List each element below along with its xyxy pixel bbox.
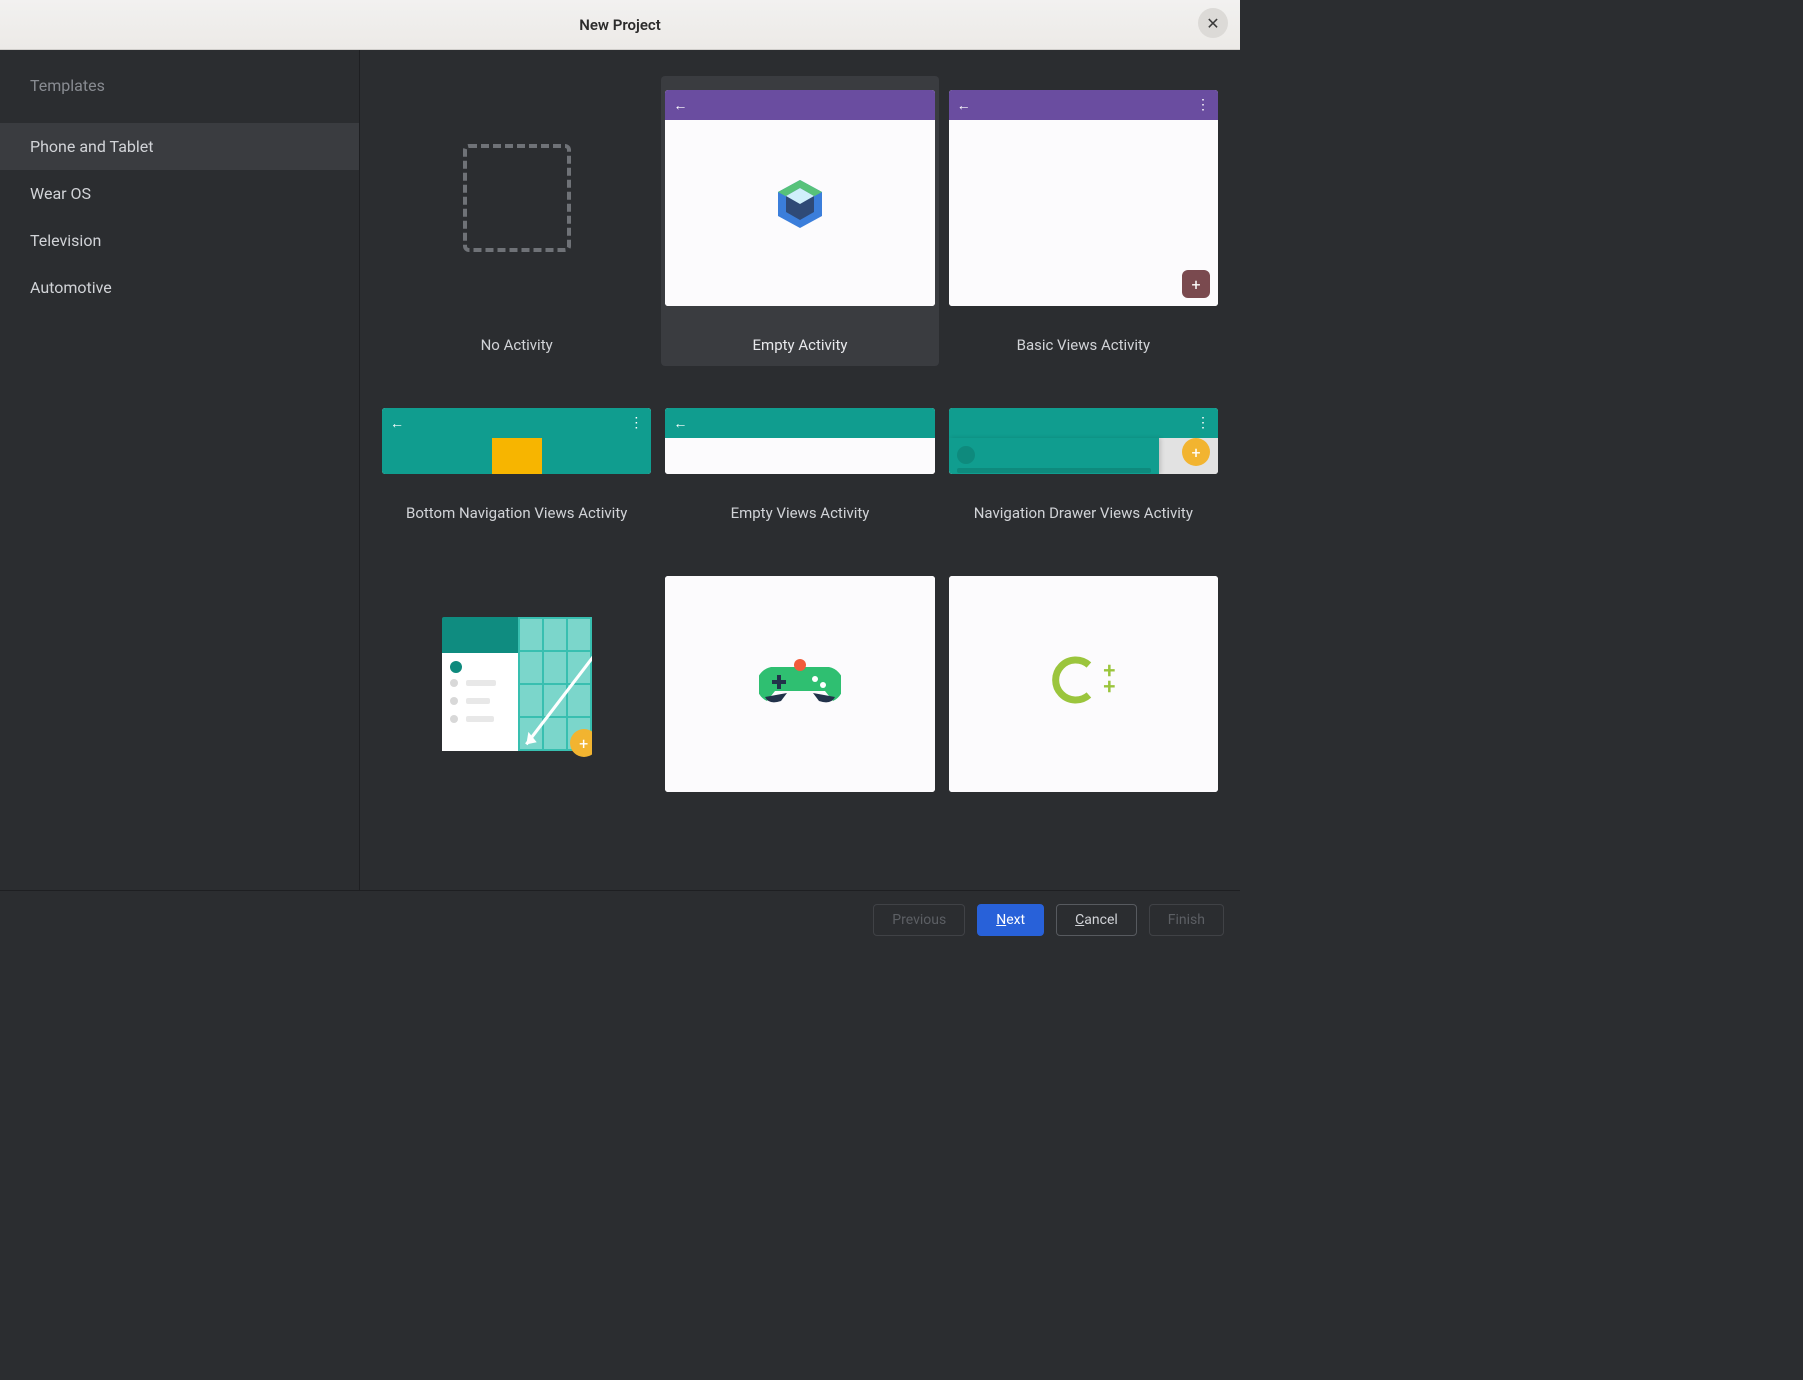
back-arrow-icon: ← xyxy=(390,415,404,432)
app-bar: ← ⋮ xyxy=(382,408,651,438)
cpp-icon: ++ xyxy=(1051,655,1115,705)
close-button[interactable]: ✕ xyxy=(1198,8,1228,38)
back-arrow-icon: ← xyxy=(673,415,687,432)
template-grid-container: No Activity ← xyxy=(360,50,1240,890)
cancel-button[interactable]: Cancel xyxy=(1056,904,1137,936)
back-arrow-icon: ← xyxy=(673,97,687,114)
sidebar-item-label: Wear OS xyxy=(30,184,91,203)
template-empty-views-activity[interactable]: ← Empty Views Activity xyxy=(661,394,938,534)
template-responsive-views-activity[interactable]: + xyxy=(378,562,655,818)
app-bar: ⋮ xyxy=(949,408,1218,438)
template-label: Empty Views Activity xyxy=(727,496,874,530)
sidebar-item-wear-os[interactable]: Wear OS xyxy=(0,170,359,217)
template-bottom-navigation-views-activity[interactable]: ← ⋮ Bottom Navigation Views Activity xyxy=(378,394,655,534)
template-label: Empty Activity xyxy=(749,328,852,362)
sidebar-item-label: Phone and Tablet xyxy=(30,137,154,156)
template-preview xyxy=(665,576,934,792)
template-preview: ++ xyxy=(949,576,1218,792)
more-icon: ⋮ xyxy=(1196,97,1210,113)
more-icon: ⋮ xyxy=(629,415,643,431)
app-bar: ← xyxy=(665,408,934,438)
template-navigation-drawer-views-activity[interactable]: ⋮ xyxy=(945,394,1222,534)
sidebar-header: Templates xyxy=(0,76,359,123)
template-preview xyxy=(442,90,592,306)
jetpack-compose-icon xyxy=(770,174,830,234)
dialog-title: New Project xyxy=(579,16,661,34)
fab-icon: + xyxy=(1182,270,1210,298)
bottom-nav-icon xyxy=(382,438,651,474)
template-preview: ← ⋮ + xyxy=(949,90,1218,306)
footer: Previous Next Cancel Finish xyxy=(0,890,1240,948)
sidebar-item-label: Automotive xyxy=(30,278,112,297)
template-label: Navigation Drawer Views Activity xyxy=(970,496,1197,530)
template-label: No Activity xyxy=(477,328,557,362)
content: Templates Phone and Tablet Wear OS Telev… xyxy=(0,50,1240,890)
nav-drawer-icon xyxy=(949,438,1159,474)
button-label: Next xyxy=(996,912,1025,928)
sidebar-item-label: Television xyxy=(30,231,101,250)
finish-button: Finish xyxy=(1149,904,1224,936)
template-empty-activity[interactable]: ← Empty Activity xyxy=(661,76,938,366)
app-bar: ← ⋮ xyxy=(949,90,1218,120)
sidebar-item-television[interactable]: Television xyxy=(0,217,359,264)
template-preview: ← xyxy=(665,408,934,474)
back-arrow-icon: ← xyxy=(957,97,971,114)
template-label: Basic Views Activity xyxy=(1013,328,1154,362)
template-native-cpp[interactable]: ++ xyxy=(945,562,1222,818)
template-no-activity[interactable]: No Activity xyxy=(378,76,655,366)
template-label: Bottom Navigation Views Activity xyxy=(402,496,631,530)
template-game-activity[interactable] xyxy=(661,562,938,818)
close-icon: ✕ xyxy=(1206,14,1219,33)
sidebar-item-automotive[interactable]: Automotive xyxy=(0,264,359,311)
template-preview: ⋮ xyxy=(949,408,1218,474)
more-icon: ⋮ xyxy=(1196,415,1210,431)
gamepad-icon xyxy=(759,655,841,705)
responsive-layout-icon: + xyxy=(442,617,592,751)
sidebar: Templates Phone and Tablet Wear OS Telev… xyxy=(0,50,360,890)
titlebar: New Project ✕ xyxy=(0,0,1240,50)
sidebar-item-phone-tablet[interactable]: Phone and Tablet xyxy=(0,123,359,170)
dashed-rect-icon xyxy=(463,144,571,252)
button-label: Finish xyxy=(1168,912,1205,928)
template-preview: + xyxy=(442,576,592,792)
template-basic-views-activity[interactable]: ← ⋮ + Basic Views Activity xyxy=(945,76,1222,366)
template-preview: ← xyxy=(665,90,934,306)
button-label: Previous xyxy=(892,912,946,928)
next-button[interactable]: Next xyxy=(977,904,1044,936)
template-preview: ← ⋮ xyxy=(382,408,651,474)
previous-button: Previous xyxy=(873,904,965,936)
fab-icon: + xyxy=(1182,438,1210,466)
template-grid: No Activity ← xyxy=(378,76,1222,818)
button-label: Cancel xyxy=(1075,912,1118,928)
app-bar: ← xyxy=(665,90,934,120)
fab-icon: + xyxy=(570,729,592,757)
